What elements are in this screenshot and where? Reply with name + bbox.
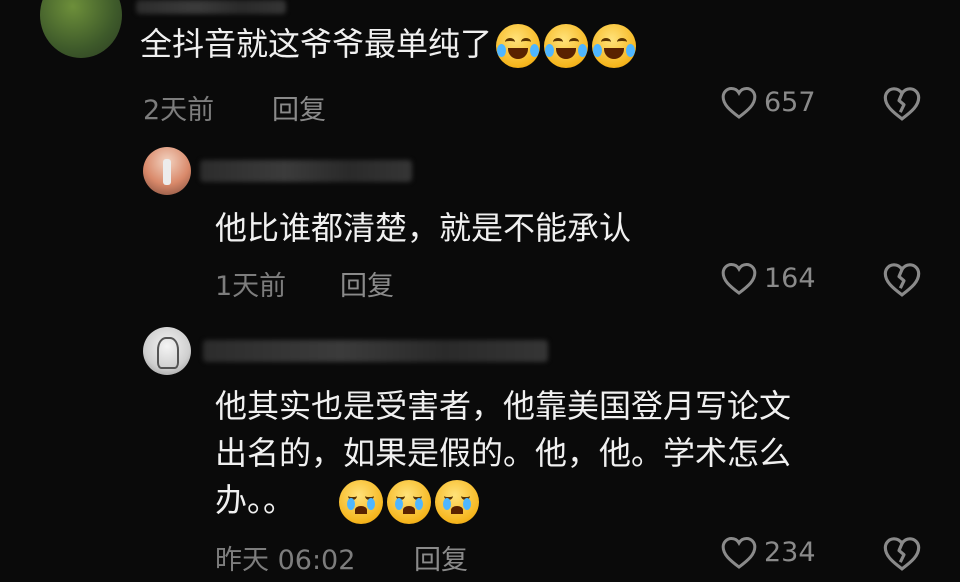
heart-outline-icon — [721, 263, 757, 295]
timestamp: 1天前 — [215, 271, 287, 302]
dislike-button[interactable] — [882, 260, 922, 302]
dislike-button[interactable] — [882, 84, 922, 126]
pleading-emoji — [339, 480, 384, 524]
heart-outline-icon — [721, 537, 757, 569]
timestamp: 2天前 — [143, 95, 215, 126]
laugh-cry-emoji — [496, 24, 541, 68]
reply-button[interactable]: 回复 — [414, 538, 468, 577]
reply-button[interactable]: 回复 — [340, 264, 394, 303]
comment-3-line-3-text: 办。。 — [215, 481, 296, 519]
like-button[interactable]: 657 — [720, 84, 816, 120]
comment-2-text: 他比谁都清楚，就是不能承认 — [215, 209, 632, 247]
comment-3-line-2: 出名的，如果是假的。他，他。学术怎么 — [215, 434, 792, 472]
username-blurred[interactable] — [136, 0, 286, 14]
broken-heart-icon — [883, 263, 921, 297]
broken-heart-icon — [883, 537, 921, 571]
comment-text: 全抖音就这爷爷最单纯了 — [140, 22, 637, 68]
dislike-button[interactable] — [882, 534, 922, 576]
avatar[interactable] — [143, 147, 191, 195]
like-count: 164 — [764, 262, 816, 294]
like-button[interactable]: 164 — [720, 260, 816, 296]
laugh-cry-emoji — [544, 24, 589, 68]
like-button[interactable]: 234 — [720, 534, 816, 570]
username-blurred[interactable] — [203, 340, 548, 362]
like-count: 657 — [764, 86, 816, 118]
like-count: 234 — [764, 536, 816, 568]
laugh-cry-emoji — [592, 24, 637, 68]
heart-outline-icon — [721, 87, 757, 119]
comment-3-line-1: 他其实也是受害者，他靠美国登月写论文 — [215, 387, 792, 425]
timestamp: 昨天 06:02 — [215, 545, 356, 576]
comment-1-text: 全抖音就这爷爷最单纯了 — [140, 25, 493, 63]
username-blurred[interactable] — [200, 160, 412, 182]
avatar[interactable] — [143, 327, 191, 375]
avatar[interactable] — [40, 0, 122, 58]
broken-heart-icon — [883, 87, 921, 121]
pleading-emoji — [387, 480, 432, 524]
pleading-emoji — [435, 480, 480, 524]
comment-3-line-3: 办。。 — [215, 478, 480, 524]
reply-button[interactable]: 回复 — [272, 88, 326, 127]
